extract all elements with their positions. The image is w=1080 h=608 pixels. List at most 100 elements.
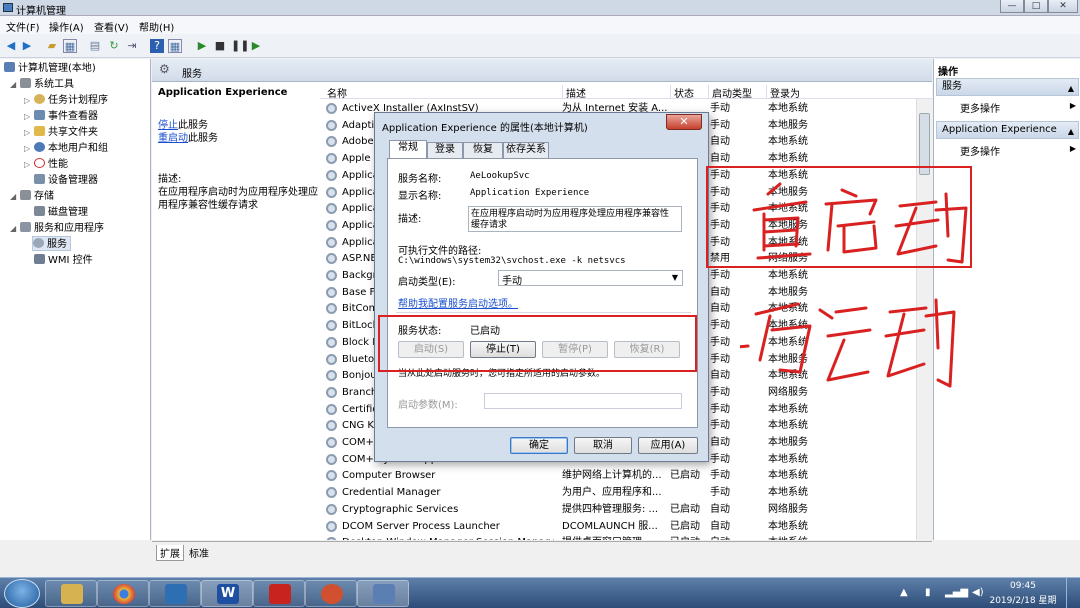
column-logon-as[interactable]: 登录为 <box>766 85 846 100</box>
menu-help[interactable]: 帮助(H) <box>139 19 174 34</box>
service-gear-icon <box>326 236 337 248</box>
apply-button[interactable]: 应用(A) <box>638 437 698 454</box>
tree-local-users[interactable]: 本地用户和组 <box>34 141 108 156</box>
stop-service-icon[interactable]: ■ <box>213 39 227 53</box>
tray-signal-icon[interactable]: ▂▄▆ <box>945 587 968 598</box>
expand-arrow-icon[interactable]: ▷ <box>24 160 30 169</box>
help-icon[interactable]: ? <box>150 39 164 53</box>
tree-root[interactable]: 计算机管理(本地) <box>4 61 96 76</box>
tray-volume-icon[interactable]: ◀) <box>972 587 984 598</box>
more-actions-2[interactable]: 更多操作 <box>960 143 1000 158</box>
menu-view[interactable]: 查看(V) <box>94 19 129 34</box>
taskbar-vm[interactable] <box>149 580 201 607</box>
export-icon[interactable]: ⇥ <box>125 39 139 53</box>
tab-extended[interactable]: 扩展 <box>156 545 184 561</box>
taskbar-game[interactable] <box>305 580 357 607</box>
expand-arrow-icon[interactable]: ▷ <box>24 112 30 121</box>
table-row[interactable]: Desktop Window Manager Session Manager 提供… <box>320 534 916 540</box>
back-icon[interactable]: ◀ <box>4 39 18 53</box>
tree-system-tools[interactable]: 系统工具 <box>20 77 74 92</box>
tab-standard[interactable]: 标准 <box>186 545 212 560</box>
help-configure-link[interactable]: 帮助我配置服务启动选项。 <box>398 295 518 310</box>
column-description[interactable]: 描述 <box>562 85 670 100</box>
network-icon <box>373 584 395 604</box>
show-tree-icon[interactable]: ▦ <box>63 39 77 53</box>
display-name-value: Application Experience <box>470 188 590 198</box>
start-service-icon[interactable]: ▶ <box>195 39 209 53</box>
taskbar-explorer[interactable] <box>45 580 97 607</box>
tree-services[interactable]: 服务 <box>32 236 71 251</box>
services-apps-icon <box>20 222 31 232</box>
row-status: 已启动 <box>670 520 700 532</box>
taskbar-computer-management[interactable] <box>357 580 409 607</box>
taskbar-pdf[interactable] <box>253 580 305 607</box>
cancel-button[interactable]: 取消 <box>574 437 632 454</box>
expand-arrow-icon[interactable]: ▷ <box>24 96 30 105</box>
table-row[interactable]: Cryptographic Services 提供四种管理服务: ... 已启动 自动… <box>320 501 916 518</box>
forward-icon[interactable]: ▶ <box>20 39 34 53</box>
start-params-input[interactable] <box>484 393 682 409</box>
collapse-arrow-icon[interactable]: ◢ <box>10 224 16 233</box>
properties-icon[interactable]: ▤ <box>88 39 102 53</box>
collapse-arrow-icon[interactable]: ◢ <box>10 80 16 89</box>
tray-clock[interactable]: 09:45 2019/2/18 星期一 <box>988 581 1058 608</box>
maximize-button[interactable]: □ <box>1024 0 1048 13</box>
properties-dialog: Application Experience 的属性(本地计算机) ✕ 常规 登… <box>374 112 709 462</box>
tree-device-manager[interactable]: 设备管理器 <box>34 173 98 188</box>
taskbar-chrome[interactable] <box>97 580 149 607</box>
close-button[interactable]: ✕ <box>1048 0 1078 13</box>
menu-action[interactable]: 操作(A) <box>49 19 84 34</box>
restart-service-link[interactable]: 重启动 <box>158 133 188 144</box>
row-description: 提供四种管理服务: ... <box>562 503 659 515</box>
menu-file[interactable]: 文件(F) <box>6 19 40 34</box>
tray-show-hidden-icon[interactable]: ▲ <box>900 587 908 598</box>
tree-event-viewer[interactable]: 事件查看器 <box>34 109 98 124</box>
action-pane-icon[interactable]: ▦ <box>168 39 182 53</box>
taskbar-word[interactable]: W <box>201 580 253 607</box>
tree-performance[interactable]: 性能 <box>34 157 68 172</box>
tab-logon[interactable]: 登录 <box>427 142 463 158</box>
column-name[interactable]: 名称 <box>324 85 564 100</box>
actions-group-services[interactable]: 服务 ▲ <box>936 78 1079 96</box>
up-folder-icon[interactable]: ▰ <box>45 39 59 53</box>
service-gear-icon <box>326 520 337 532</box>
collapse-arrow-icon[interactable]: ◢ <box>10 192 16 201</box>
tab-general[interactable]: 常规 <box>389 140 427 159</box>
startup-type-select[interactable]: 手动 ▼ <box>498 270 683 287</box>
show-desktop-button[interactable] <box>1066 578 1080 608</box>
dialog-close-button[interactable]: ✕ <box>666 114 702 130</box>
column-status[interactable]: 状态 <box>670 85 708 100</box>
tab-dependencies[interactable]: 依存关系 <box>503 142 549 158</box>
tree-storage[interactable]: 存储 <box>20 189 54 204</box>
minimize-button[interactable]: — <box>1000 0 1024 13</box>
word-icon: W <box>217 584 239 604</box>
restart-service-icon[interactable]: ▶ <box>249 39 263 53</box>
service-gear-icon <box>326 219 337 231</box>
column-startup-type[interactable]: 启动类型 <box>708 85 766 100</box>
tray-device-icon[interactable]: ▮ <box>925 587 931 598</box>
expand-arrow-icon[interactable]: ▷ <box>24 128 30 137</box>
tree-wmi-control[interactable]: WMI 控件 <box>34 253 93 268</box>
service-gear-icon <box>326 437 337 448</box>
clock-time: 09:45 <box>1010 581 1036 591</box>
row-logon-as: 本地系统 <box>768 453 808 465</box>
ok-button[interactable]: 确定 <box>510 437 568 454</box>
table-row[interactable]: Computer Browser 维护网络上计算机的... 已启动 手动 本地系统 <box>320 467 916 484</box>
service-name-label: 服务名称: <box>398 174 442 185</box>
tree-task-scheduler[interactable]: 任务计划程序 <box>34 93 108 108</box>
description-textbox[interactable]: 在应用程序启动时为应用程序处理应用程序兼容性缓存请求 <box>468 206 682 232</box>
actions-group-selected[interactable]: Application Experience ▲ <box>936 121 1079 139</box>
more-actions-1[interactable]: 更多操作 <box>960 100 1000 115</box>
tree-disk-management[interactable]: 磁盘管理 <box>34 205 88 220</box>
tree-services-apps[interactable]: 服务和应用程序 <box>20 221 104 236</box>
dialog-general-page: 服务名称: AeLookupSvc 显示名称: Application Expe… <box>387 158 698 428</box>
tab-recovery[interactable]: 恢复 <box>463 142 503 158</box>
table-row[interactable]: DCOM Server Process Launcher DCOMLAUNCH 服… <box>320 518 916 535</box>
table-row[interactable]: Credential Manager 为用户、应用程序和... 手动 本地系统 <box>320 484 916 501</box>
pause-service-icon[interactable]: ❚❚ <box>231 39 249 53</box>
start-button-icon[interactable] <box>4 579 40 608</box>
refresh-icon[interactable]: ↻ <box>107 39 121 53</box>
description-text-line: 用程序兼容性缓存请求 <box>158 200 258 211</box>
tree-shared-folders[interactable]: 共享文件夹 <box>34 125 98 140</box>
expand-arrow-icon[interactable]: ▷ <box>24 144 30 153</box>
